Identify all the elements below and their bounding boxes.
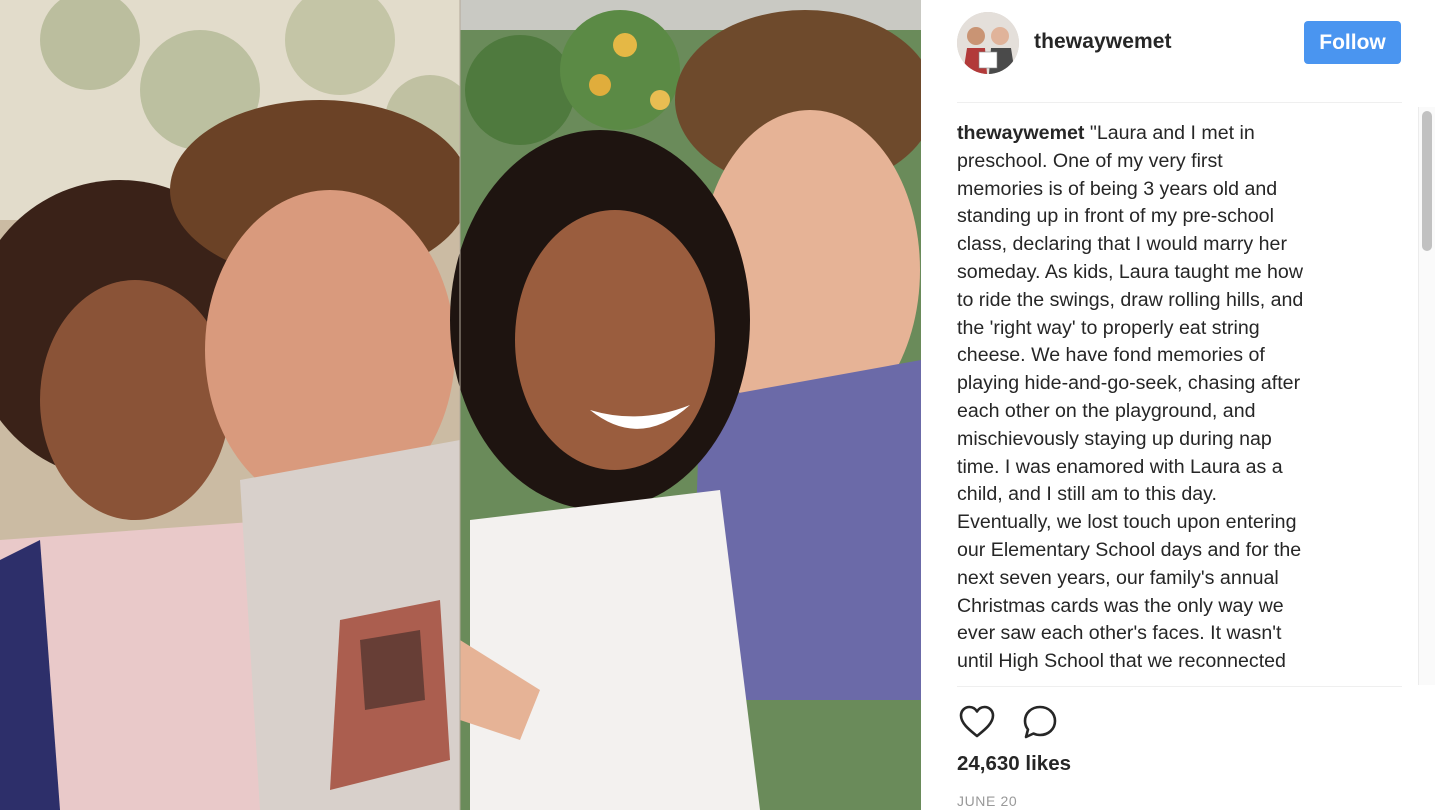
username[interactable]: thewaywemet	[1034, 30, 1172, 54]
likes-count[interactable]: 24,630 likes	[957, 752, 1071, 776]
avatar[interactable]	[957, 12, 1019, 74]
divider	[957, 686, 1402, 687]
post-date[interactable]: JUNE 20	[957, 793, 1017, 809]
adult-photo	[450, 0, 921, 810]
post-side-panel: thewaywemet Follow thewaywemet "Laura an…	[921, 0, 1440, 810]
caption: thewaywemet "Laura and I met in preschoo…	[957, 120, 1387, 676]
post-photo[interactable]	[0, 0, 921, 810]
caption-text: "Laura and I met in preschool. One of my…	[957, 122, 1304, 673]
caption-scrollbar[interactable]	[1418, 107, 1435, 685]
caption-container[interactable]: thewaywemet "Laura and I met in preschoo…	[957, 120, 1387, 685]
divider	[957, 102, 1402, 103]
scrollbar-thumb[interactable]	[1422, 111, 1432, 251]
caption-username[interactable]: thewaywemet	[957, 122, 1084, 144]
like-button[interactable]	[957, 702, 997, 742]
comment-button[interactable]	[1020, 702, 1060, 742]
childhood-photo	[0, 0, 475, 810]
action-bar	[957, 702, 1157, 742]
comment-bubble-icon	[1023, 705, 1057, 739]
follow-button[interactable]: Follow	[1304, 21, 1401, 64]
heart-icon	[959, 705, 995, 738]
post-header: thewaywemet Follow	[957, 12, 1403, 76]
photo-collage	[0, 0, 921, 810]
avatar-image	[957, 12, 1019, 74]
